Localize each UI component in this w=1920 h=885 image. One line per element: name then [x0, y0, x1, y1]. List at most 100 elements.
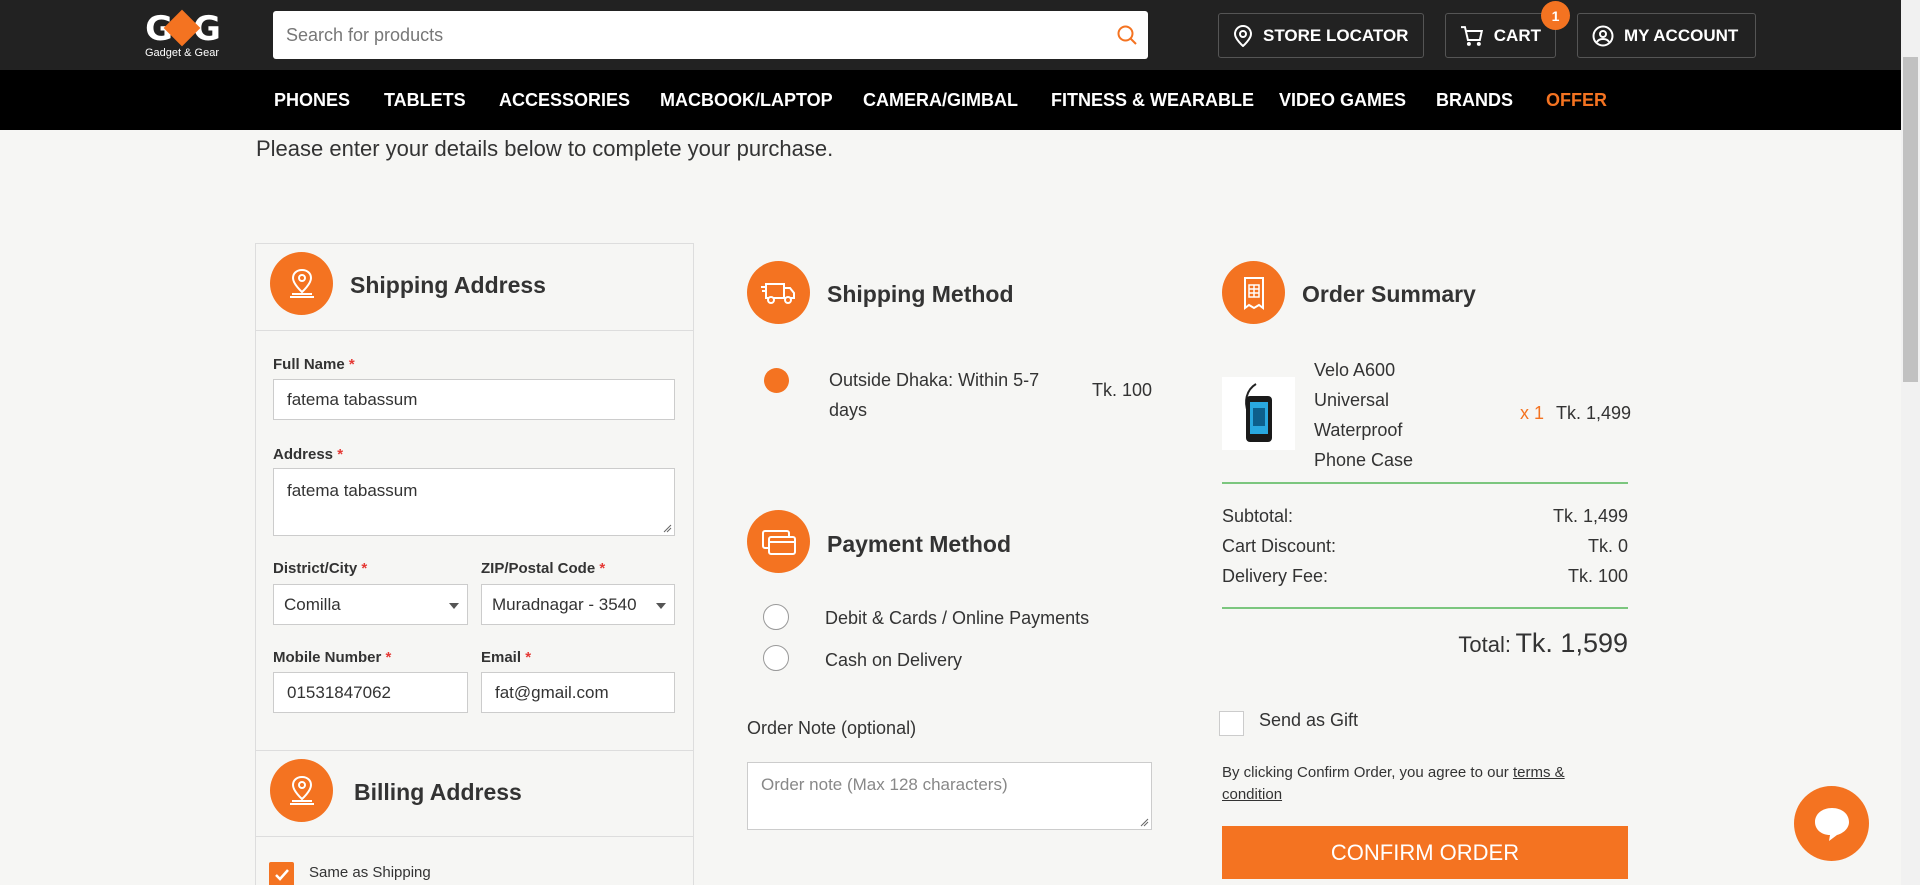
- shipping-option-price: Tk. 100: [1092, 380, 1153, 400]
- shipping-address-title: Shipping Address: [350, 272, 546, 298]
- nav-video-games[interactable]: VIDEO GAMES: [1279, 90, 1406, 111]
- nav-camera-gimbal[interactable]: CAMERA/GIMBAL: [863, 90, 1018, 111]
- cart-icon: [1460, 25, 1484, 46]
- terms-text: By clicking Confirm Order, you agree to …: [1222, 764, 1565, 803]
- district-value: Comilla: [284, 594, 341, 614]
- payment-method-title: Payment Method: [827, 531, 1012, 557]
- full-name-label: Full Name *: [273, 356, 355, 373]
- resize-handle-icon[interactable]: [663, 524, 672, 533]
- search-icon[interactable]: [1116, 24, 1138, 46]
- store-locator-button[interactable]: STORE LOCATOR: [1218, 13, 1424, 58]
- shipping-option-radio[interactable]: [764, 368, 789, 393]
- receipt-icon: [1222, 261, 1285, 324]
- payment-cod-radio[interactable]: [763, 645, 789, 671]
- cart-count-badge: 1: [1541, 1, 1570, 30]
- summary-divider: [1222, 482, 1628, 484]
- main-nav: PHONES TABLETS ACCESSORIES MACBOOK/LAPTO…: [0, 70, 1901, 130]
- nav-macbook-laptop[interactable]: MACBOOK/LAPTOP: [660, 90, 833, 111]
- discount-label: Cart Discount:: [1222, 536, 1337, 556]
- location-pin-icon: [1233, 24, 1253, 47]
- product-name[interactable]: Velo A600 Universal Waterproof Phone Cas…: [1314, 355, 1413, 475]
- chat-widget-button[interactable]: [1794, 786, 1869, 861]
- confirm-order-button[interactable]: CONFIRM ORDER: [1222, 826, 1628, 879]
- product-thumbnail[interactable]: [1222, 377, 1295, 450]
- terms-link-continued[interactable]: condition: [1222, 786, 1282, 803]
- payment-online-radio[interactable]: [763, 604, 789, 630]
- district-select[interactable]: Comilla: [273, 584, 468, 625]
- nav-accessories[interactable]: ACCESSORIES: [499, 90, 630, 111]
- nav-fitness-wearable[interactable]: FITNESS & WEARABLE: [1051, 90, 1254, 111]
- payment-online-label: Debit & Cards / Online Payments: [825, 608, 1090, 628]
- delivery-row: Delivery Fee: Tk. 100: [1222, 566, 1628, 587]
- send-as-gift-label: Send as Gift: [1259, 710, 1359, 730]
- district-label: District/City *: [273, 560, 368, 577]
- subtotal-value: Tk. 1,499: [1552, 506, 1628, 526]
- billing-address-header: Billing Address: [256, 750, 693, 837]
- subtotal-label: Subtotal:: [1222, 506, 1294, 526]
- resize-handle-icon[interactable]: [1140, 818, 1149, 827]
- payment-cod-label: Cash on Delivery: [825, 650, 963, 670]
- shipping-address-header: Shipping Address: [256, 244, 693, 331]
- credit-card-icon: [747, 510, 810, 573]
- mobile-field[interactable]: 01531847062: [273, 672, 468, 713]
- scrollbar-thumb[interactable]: [1903, 57, 1918, 382]
- my-account-button[interactable]: MY ACCOUNT: [1577, 13, 1756, 58]
- site-logo[interactable]: GG Gadget & Gear: [142, 9, 222, 60]
- top-header: GG Gadget & Gear STORE LOCATOR CART 1 MY…: [0, 0, 1901, 70]
- truck-icon: [747, 261, 810, 324]
- address-panel: Shipping Address Full Name * fatema taba…: [255, 243, 694, 885]
- summary-divider: [1222, 607, 1628, 609]
- order-note-field[interactable]: Order note (Max 128 characters): [747, 762, 1152, 830]
- total-row: Total: Tk. 1,599: [1222, 628, 1628, 659]
- product-quantity: x 1: [1520, 403, 1545, 423]
- nav-tablets[interactable]: TABLETS: [384, 90, 466, 111]
- map-pin-icon: [270, 759, 333, 822]
- user-icon: [1592, 25, 1614, 46]
- chat-bubble-icon: [1814, 807, 1849, 841]
- order-summary-title: Order Summary: [1302, 281, 1476, 307]
- checkmark-icon: [274, 868, 289, 881]
- chevron-down-icon: [656, 603, 666, 609]
- order-note-label: Order Note (optional): [747, 718, 917, 738]
- search-bar: [273, 11, 1148, 59]
- nav-phones[interactable]: PHONES: [274, 90, 350, 111]
- phone-case-icon: [1244, 382, 1272, 442]
- billing-address-title: Billing Address: [354, 779, 522, 805]
- discount-value: Tk. 0: [1587, 536, 1628, 556]
- chevron-down-icon: [449, 603, 459, 609]
- send-as-gift-checkbox[interactable]: [1219, 711, 1244, 736]
- cart-label: CART: [1493, 25, 1541, 45]
- address-label: Address *: [273, 446, 344, 463]
- map-pin-icon: [270, 252, 333, 315]
- cart-button[interactable]: CART: [1445, 13, 1556, 58]
- zip-value: Muradnagar - 3540: [492, 594, 637, 614]
- terms-link[interactable]: terms &: [1513, 764, 1565, 781]
- delivery-label: Delivery Fee:: [1222, 566, 1329, 586]
- email-label: Email *: [481, 649, 532, 666]
- product-price: Tk. 1,499: [1556, 403, 1632, 423]
- shipping-method-title: Shipping Method: [827, 281, 1014, 307]
- total-label: Total:: [1458, 632, 1511, 657]
- nav-brands[interactable]: BRANDS: [1436, 90, 1513, 111]
- shipping-option-label: Outside Dhaka: Within 5-7 days: [829, 370, 1040, 420]
- zip-select[interactable]: Muradnagar - 3540: [481, 584, 675, 625]
- delivery-value: Tk. 100: [1567, 566, 1628, 586]
- logo-subtitle: Gadget & Gear: [145, 47, 219, 59]
- same-as-shipping-checkbox[interactable]: [269, 862, 294, 885]
- total-value: Tk. 1,599: [1515, 628, 1628, 658]
- checkout-intro-text: Please enter your details below to compl…: [256, 136, 834, 161]
- mobile-label: Mobile Number *: [273, 649, 392, 666]
- order-note-placeholder: Order note (Max 128 characters): [761, 775, 1008, 794]
- address-field[interactable]: fatema tabassum: [273, 468, 675, 536]
- search-input[interactable]: [273, 11, 1073, 59]
- email-field[interactable]: fat@gmail.com: [481, 672, 675, 713]
- nav-offer[interactable]: OFFER: [1546, 90, 1607, 111]
- address-value: fatema tabassum: [287, 481, 418, 500]
- store-locator-label: STORE LOCATOR: [1263, 25, 1409, 45]
- my-account-label: MY ACCOUNT: [1624, 25, 1739, 45]
- zip-label: ZIP/Postal Code *: [481, 560, 606, 577]
- full-name-field[interactable]: fatema tabassum: [273, 379, 675, 420]
- same-as-shipping-label: Same as Shipping: [309, 864, 431, 881]
- discount-row: Cart Discount: Tk. 0: [1222, 536, 1628, 557]
- subtotal-row: Subtotal: Tk. 1,499: [1222, 506, 1628, 527]
